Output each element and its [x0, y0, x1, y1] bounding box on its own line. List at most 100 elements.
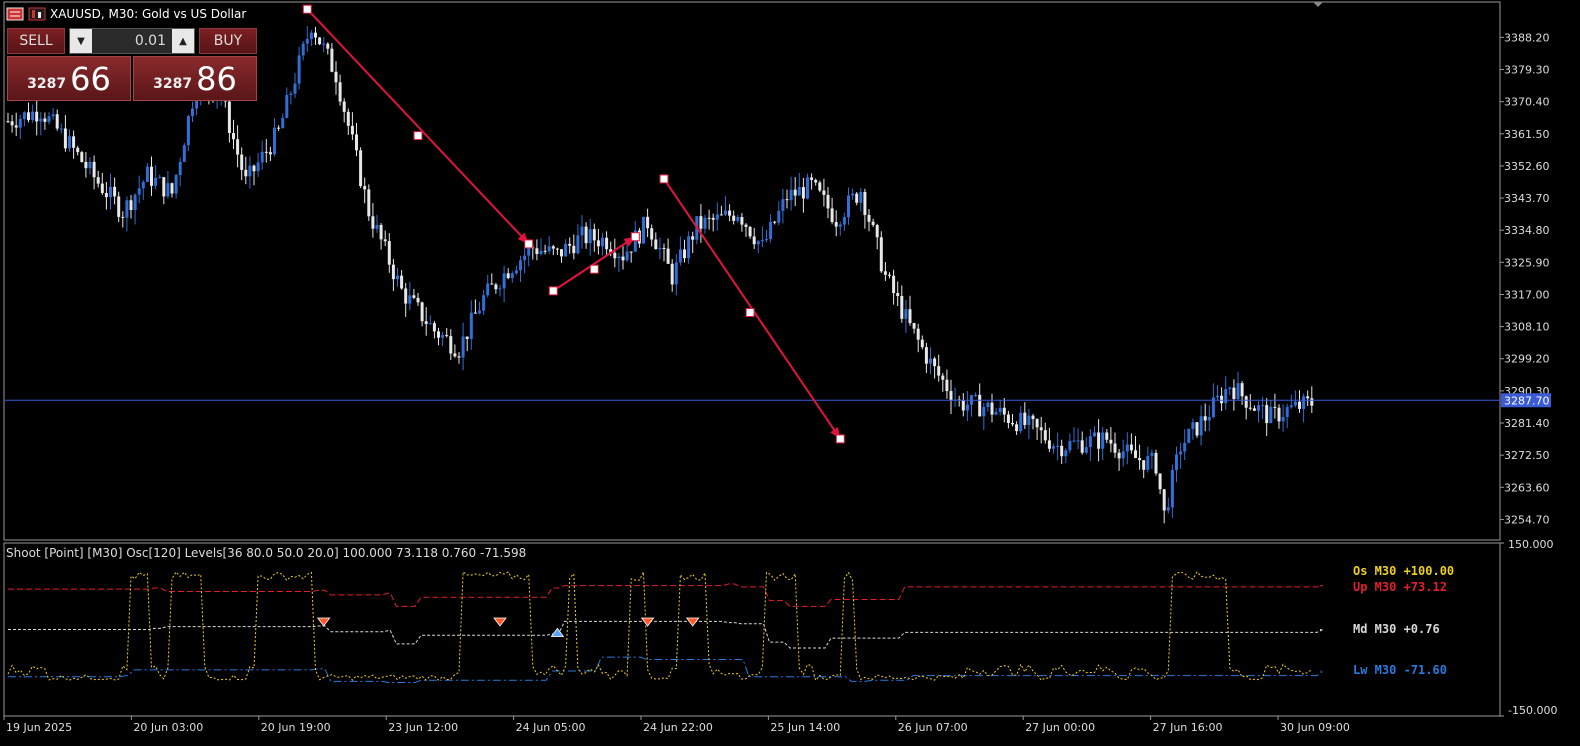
candle-body [687, 236, 691, 259]
candle-body [129, 200, 133, 211]
buy-price-button[interactable]: 3287 86 [133, 56, 257, 101]
candle-body [801, 187, 805, 199]
candle-body [949, 391, 953, 401]
candle-body [170, 183, 174, 194]
candle-body [1093, 432, 1096, 437]
sell-price-button[interactable]: 3287 66 [7, 56, 131, 101]
candle-body [309, 32, 313, 40]
candle-body [432, 323, 436, 332]
candle-body [929, 358, 932, 364]
candle-body [478, 310, 481, 314]
candle-body [674, 262, 678, 285]
signal-arrow-down [640, 617, 655, 627]
price-axis-label: 3379.30 [1504, 64, 1550, 77]
candle-body [1269, 406, 1273, 424]
candle-body [519, 260, 522, 271]
candle-body [63, 128, 67, 149]
candle-body [330, 48, 334, 72]
trend-arrow-anchor [302, 4, 312, 14]
osc-axis-label: 150.000 [1508, 538, 1554, 551]
symbol-title: XAUUSD, M30: Gold vs US Dollar [50, 7, 247, 21]
legend-up: Up M30 +73.12 [1353, 580, 1447, 594]
candle-body [1158, 473, 1162, 490]
candle-body [1191, 422, 1195, 429]
candle-body [1207, 416, 1211, 421]
candle-body [1138, 457, 1142, 461]
price-axis-label: 3361.50 [1504, 128, 1550, 141]
candle-body [252, 165, 256, 172]
candle-body [31, 111, 35, 121]
candle-body [494, 284, 498, 290]
candle-body [793, 189, 797, 196]
candle-body [1289, 405, 1293, 408]
candle-body [933, 358, 937, 367]
candle-body [416, 297, 420, 303]
candle-body [1023, 412, 1027, 425]
candle-body [92, 161, 96, 178]
candle-body [264, 151, 268, 153]
candle-body [141, 182, 145, 189]
candle-body [453, 353, 457, 357]
candle-body [613, 252, 617, 259]
one-click-trading-icon[interactable] [28, 7, 46, 21]
candle-body [1150, 452, 1154, 456]
candle-body [1031, 415, 1035, 420]
candle-body [514, 270, 518, 274]
candle-body [166, 183, 170, 197]
candle-body [724, 210, 727, 215]
legend-md: Md M30 +0.76 [1353, 622, 1440, 636]
candle-body [408, 295, 412, 304]
chart-title-bar: XAUUSD, M30: Gold vs US Dollar [6, 4, 246, 24]
candle-body [35, 111, 39, 122]
candle-body [240, 154, 244, 170]
lot-size-input[interactable]: 0.01 [92, 33, 172, 49]
lot-increase-button[interactable]: ▲ [172, 29, 194, 53]
trend-arrow-anchor [413, 131, 423, 141]
candle-body [80, 152, 84, 162]
candle-body [236, 139, 240, 155]
candle-body [498, 288, 502, 290]
candle-body [588, 229, 592, 244]
candle-body [756, 241, 760, 245]
candle-body [400, 275, 404, 289]
osc-series-up [8, 583, 1324, 607]
candle-body [334, 71, 338, 83]
candle-body [621, 256, 625, 261]
candle-body [301, 43, 305, 56]
candle-body [100, 183, 104, 194]
candle-body [59, 128, 63, 130]
candle-body [396, 275, 399, 280]
candle-body [1281, 416, 1285, 422]
candle-body [1117, 452, 1121, 459]
candle-body [806, 177, 809, 199]
candle-body [883, 271, 887, 275]
candle-body [428, 323, 432, 325]
candle-body [469, 312, 473, 339]
candle-body [1142, 460, 1146, 470]
candle-body [707, 217, 711, 219]
time-axis-label: 30 Jun 09:00 [1280, 721, 1350, 734]
candle-body [445, 335, 449, 337]
chart-menu-icon[interactable] [6, 7, 24, 21]
candle-body [732, 215, 736, 221]
buy-button[interactable]: BUY [199, 28, 257, 54]
candle-body [744, 224, 748, 227]
candle-body [1113, 443, 1117, 453]
lot-decrease-button[interactable]: ▼ [70, 29, 92, 53]
candle-body [1261, 405, 1265, 407]
candle-body [908, 309, 912, 324]
sell-button[interactable]: SELL [7, 28, 65, 54]
candle-body [281, 117, 285, 129]
osc-series-lw [8, 656, 1325, 684]
candle-body [465, 336, 469, 339]
osc-series-md [8, 620, 1324, 649]
candle-body [703, 217, 707, 229]
candle-body [998, 407, 1002, 413]
candle-body [1068, 440, 1072, 451]
candle-body [1257, 405, 1260, 411]
candle-body [1236, 383, 1240, 399]
candle-body [871, 221, 875, 225]
candle-body [859, 191, 863, 203]
candle-body [1240, 383, 1244, 397]
candle-body [346, 111, 350, 126]
